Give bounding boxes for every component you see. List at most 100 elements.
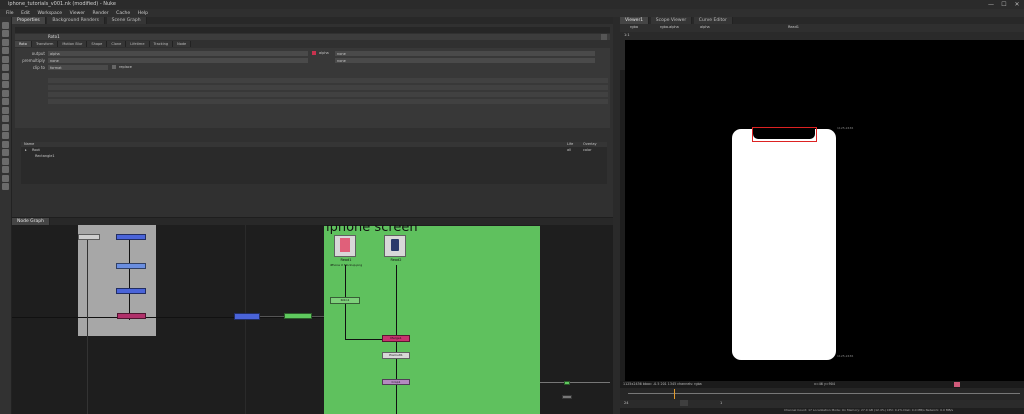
knob-row-2[interactable]	[48, 85, 608, 90]
toolsets-tool-icon[interactable]	[2, 123, 9, 131]
window-title: iphone_tutorials_v001.nk (modified) - Nu…	[8, 1, 116, 7]
subtab-roto[interactable]: Roto	[15, 41, 32, 47]
pane-divider[interactable]	[613, 17, 620, 414]
node-small-green[interactable]	[564, 381, 570, 385]
node-read2-label: Read2	[390, 258, 402, 262]
backdrop-iphone-screen[interactable]: iphone screen	[324, 225, 540, 414]
tree-item-rectangle1[interactable]: Rectangle1	[21, 154, 607, 159]
tree-item-label: Rectangle1	[35, 154, 55, 158]
node-graph-canvas[interactable]: iphone screen Read1 iPhone X Mockup.png …	[12, 225, 613, 414]
tree-item-life: all	[567, 148, 572, 152]
filter-tool-icon[interactable]	[2, 64, 9, 71]
knob-row-3[interactable]	[48, 92, 608, 97]
subtab-clone[interactable]: Clone	[107, 41, 127, 47]
zoom-dropdown[interactable]: 1:1	[624, 33, 630, 37]
menu-workspace[interactable]: Workspace	[37, 11, 62, 16]
ml-tool-icon[interactable]	[2, 174, 9, 182]
tab-scene-graph[interactable]: Scene Graph	[106, 17, 147, 24]
timeline[interactable]	[620, 388, 1024, 400]
play-button[interactable]	[680, 400, 688, 406]
node-blue-main[interactable]	[234, 313, 260, 320]
maximize-button[interactable]: ☐	[999, 0, 1009, 9]
node-name-field[interactable]: Roto1	[48, 34, 60, 39]
node-small-gray[interactable]	[562, 395, 572, 399]
menu-viewer[interactable]: Viewer	[70, 11, 85, 16]
node-green-main[interactable]	[284, 313, 312, 319]
output-dropdown[interactable]: alpha	[48, 51, 308, 56]
views-tool-icon[interactable]	[2, 106, 9, 114]
subtab-node[interactable]: Node	[173, 41, 192, 47]
tab-curve-editor[interactable]: Curve Editor	[693, 17, 733, 24]
tree-item-root[interactable]: ▸ Root all color	[21, 148, 607, 153]
3d-tool-icon[interactable]	[2, 98, 9, 105]
other-tool-icon[interactable]	[2, 157, 9, 165]
subtab-tracking[interactable]: Tracking	[149, 41, 174, 47]
playhead[interactable]	[674, 389, 675, 399]
replace-checkbox[interactable]	[112, 65, 116, 69]
close-button[interactable]: ✕	[1012, 0, 1022, 9]
metadata-tool-icon[interactable]	[2, 115, 9, 122]
subtab-motion-blur[interactable]: Motion Blur	[58, 41, 88, 47]
plugin-tool-icon[interactable]	[2, 166, 9, 173]
channel-display-dropdown[interactable]: alpha	[700, 25, 710, 29]
node-read1[interactable]	[334, 235, 356, 257]
subtab-transform[interactable]: Transform	[31, 41, 59, 47]
tab-properties[interactable]: Properties	[12, 17, 46, 24]
transform-tool-icon[interactable]	[2, 89, 9, 97]
node-roto1[interactable]: Roto1	[330, 297, 360, 304]
tab-background-renders[interactable]: Background Renders	[47, 17, 105, 24]
node-blue-1[interactable]	[116, 234, 146, 240]
input-a-dropdown[interactable]: Read1	[788, 25, 799, 29]
channel-tool-icon[interactable]	[2, 47, 9, 54]
node-blue-3[interactable]	[116, 288, 146, 294]
menu-cache[interactable]: Cache	[116, 11, 130, 16]
menu-help[interactable]: Help	[138, 11, 148, 16]
particles-tool-icon[interactable]	[2, 132, 9, 139]
merge-tool-icon[interactable]	[2, 81, 9, 88]
close-node-icon[interactable]	[601, 34, 607, 40]
menu-edit[interactable]: Edit	[21, 11, 30, 16]
knob-row-4[interactable]	[48, 99, 608, 104]
menu-render[interactable]: Render	[93, 11, 109, 16]
timeline-track	[628, 393, 1020, 394]
viewer-canvas[interactable]: 1125,2436 1125,2436	[625, 40, 1024, 381]
color-tool-icon[interactable]	[2, 55, 9, 63]
node-blue-2[interactable]	[116, 263, 146, 269]
channel-view-dropdown[interactable]: rgba.alpha	[660, 25, 679, 29]
cara-tool-icon[interactable]	[2, 183, 9, 190]
node-premult1[interactable]: Premult1	[382, 352, 410, 359]
channels-dropdown[interactable]: rgba	[630, 25, 638, 29]
clip-to-label: clip to	[32, 65, 45, 70]
frame-field[interactable]: 1	[720, 401, 722, 405]
node-merge-gray[interactable]	[117, 313, 146, 319]
clip-to-dropdown[interactable]: format	[48, 65, 108, 70]
roto-rectangle-overlay[interactable]	[752, 127, 817, 142]
backdrop-gray[interactable]	[78, 225, 156, 336]
minimize-button[interactable]: —	[986, 0, 996, 9]
tab-scope-viewer[interactable]: Scope Viewer	[650, 17, 693, 24]
node-gray-1[interactable]	[78, 234, 100, 240]
tab-viewer1[interactable]: Viewer1	[620, 17, 650, 24]
output-label: output	[31, 51, 45, 56]
premultiply-dropdown[interactable]: none	[48, 58, 308, 63]
playback-controls: 24 1	[620, 400, 1024, 408]
fps-field[interactable]: 24	[624, 401, 628, 405]
node-header: Roto1	[15, 34, 610, 40]
tab-node-graph[interactable]: Node Graph	[12, 218, 50, 225]
subtab-shape[interactable]: Shape	[87, 41, 108, 47]
image-tool-icon[interactable]	[2, 21, 9, 29]
alpha-dropdown[interactable]: none	[335, 51, 595, 56]
node-crop1[interactable]: Crop1	[382, 379, 410, 385]
knob-row-1[interactable]	[48, 78, 608, 83]
draw-tool-icon[interactable]	[2, 30, 9, 37]
tree-header: Name Life Overlay	[21, 142, 607, 147]
menu-file[interactable]: File	[6, 11, 14, 16]
time-tool-icon[interactable]	[2, 38, 9, 46]
node-read2[interactable]	[384, 235, 406, 257]
keyer-tool-icon[interactable]	[2, 72, 9, 80]
furnace-tool-icon[interactable]	[2, 149, 9, 156]
premultiply-channel-dropdown[interactable]: none	[335, 58, 595, 63]
node-merge1[interactable]: Merge1	[382, 335, 410, 342]
subtab-lifetime[interactable]: Lifetime	[126, 41, 150, 47]
deep-tool-icon[interactable]	[2, 140, 9, 148]
